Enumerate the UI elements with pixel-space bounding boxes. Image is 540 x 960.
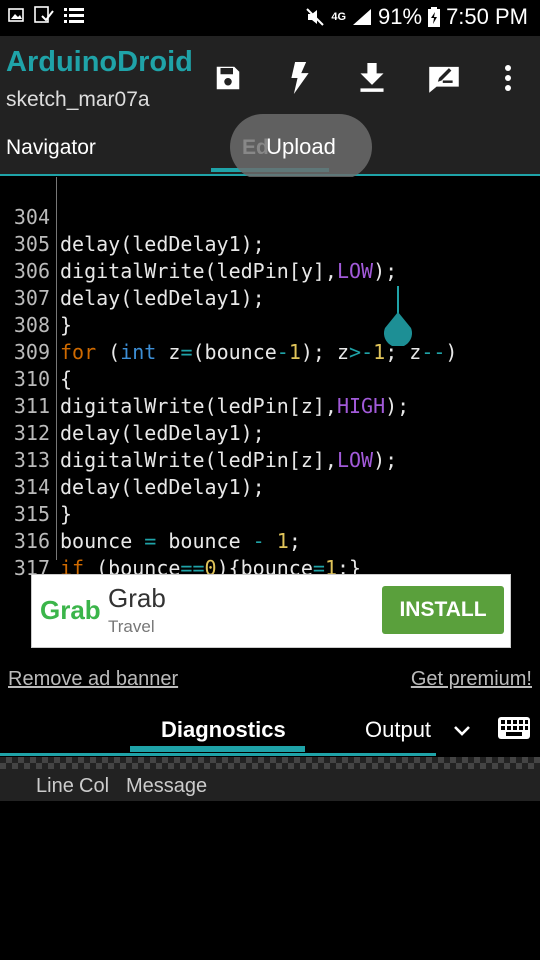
- app-title: ArduinoDroid: [6, 46, 193, 78]
- get-premium-link[interactable]: Get premium!: [411, 668, 532, 691]
- battery-percent: 91%: [378, 4, 423, 29]
- code-line: 310 digitalWrite(ledPin[z],HIGH);: [0, 339, 540, 418]
- signal-icon: [353, 9, 372, 25]
- download-icon: [360, 63, 384, 92]
- clock: 7:50 PM: [446, 4, 528, 29]
- edit-button[interactable]: [424, 58, 464, 98]
- diagnostics-header: Line Col Message: [0, 769, 540, 801]
- save-icon: [216, 66, 240, 90]
- ad-category: Travel: [108, 617, 155, 636]
- chevron-down-icon[interactable]: [453, 725, 471, 737]
- list-icon: [64, 8, 84, 23]
- diagnostics-list: [0, 801, 540, 960]
- status-bar: 4G 91% 7:50 PM: [0, 0, 540, 36]
- keyboard-icon[interactable]: [498, 717, 530, 739]
- flash-icon: [291, 62, 309, 94]
- code-line: 311 delay(ledDelay1);: [0, 366, 540, 445]
- active-bottom-tab-indicator: [130, 746, 305, 752]
- upload-toast: Upload: [230, 114, 372, 180]
- code-line: 314 }: [0, 447, 540, 526]
- code-line: 316 if (bounce==0){bounce=1;}: [0, 501, 540, 580]
- save-button[interactable]: [208, 58, 248, 98]
- code-line: 307 }: [0, 258, 540, 337]
- code-line: 313 delay(ledDelay1);: [0, 420, 540, 499]
- code-line: 306 delay(ledDelay1);: [0, 231, 540, 310]
- code-line: 315 bounce = bounce - 1;: [0, 474, 540, 553]
- tab-navigator[interactable]: Navigator: [6, 136, 96, 160]
- overflow-menu-button[interactable]: [488, 58, 528, 98]
- install-button[interactable]: INSTALL: [382, 586, 504, 634]
- checkbox-icon: [34, 6, 54, 23]
- cursor-handle-icon[interactable]: [383, 312, 413, 346]
- battery-icon: [428, 7, 441, 27]
- resize-handle[interactable]: [0, 757, 540, 769]
- mute-icon: [306, 8, 325, 26]
- image-icon: [8, 8, 24, 22]
- more-icon: [505, 65, 511, 91]
- ad-banner[interactable]: Grab Grab Travel INSTALL: [31, 574, 511, 648]
- app-bar: ArduinoDroid sketch_mar07a: [0, 36, 540, 122]
- column-line: Line: [36, 775, 74, 797]
- compile-button[interactable]: [280, 58, 320, 98]
- code-line: 309 {: [0, 312, 540, 391]
- column-message: Message: [126, 775, 208, 797]
- code-line: 304 delay(ledDelay1);: [0, 177, 540, 256]
- code-line: 312 digitalWrite(ledPin[z],LOW);: [0, 393, 540, 472]
- grab-logo: Grab: [40, 595, 101, 625]
- column-col: Col: [79, 775, 110, 797]
- remove-ad-link[interactable]: Remove ad banner: [8, 668, 178, 691]
- code-line: 317 }: [0, 528, 540, 607]
- code-line: 305 digitalWrite(ledPin[y],LOW);: [0, 204, 540, 283]
- code-line: 308 for (int z=(bounce-1); z>-1; z--): [0, 285, 540, 364]
- tab-output[interactable]: Output: [365, 717, 431, 743]
- upload-button[interactable]: [352, 58, 392, 98]
- tab-diagnostics[interactable]: Diagnostics: [161, 717, 286, 743]
- network-type: 4G: [331, 11, 347, 23]
- code-editor[interactable]: 304 delay(ledDelay1); 305 digitalWrite(l…: [0, 177, 540, 607]
- bottom-tab-divider: [0, 753, 436, 756]
- ad-title: Grab: [108, 583, 166, 613]
- sketch-name: sketch_mar07a: [6, 88, 150, 111]
- text-cursor: [397, 286, 399, 314]
- edit-icon: [429, 66, 459, 93]
